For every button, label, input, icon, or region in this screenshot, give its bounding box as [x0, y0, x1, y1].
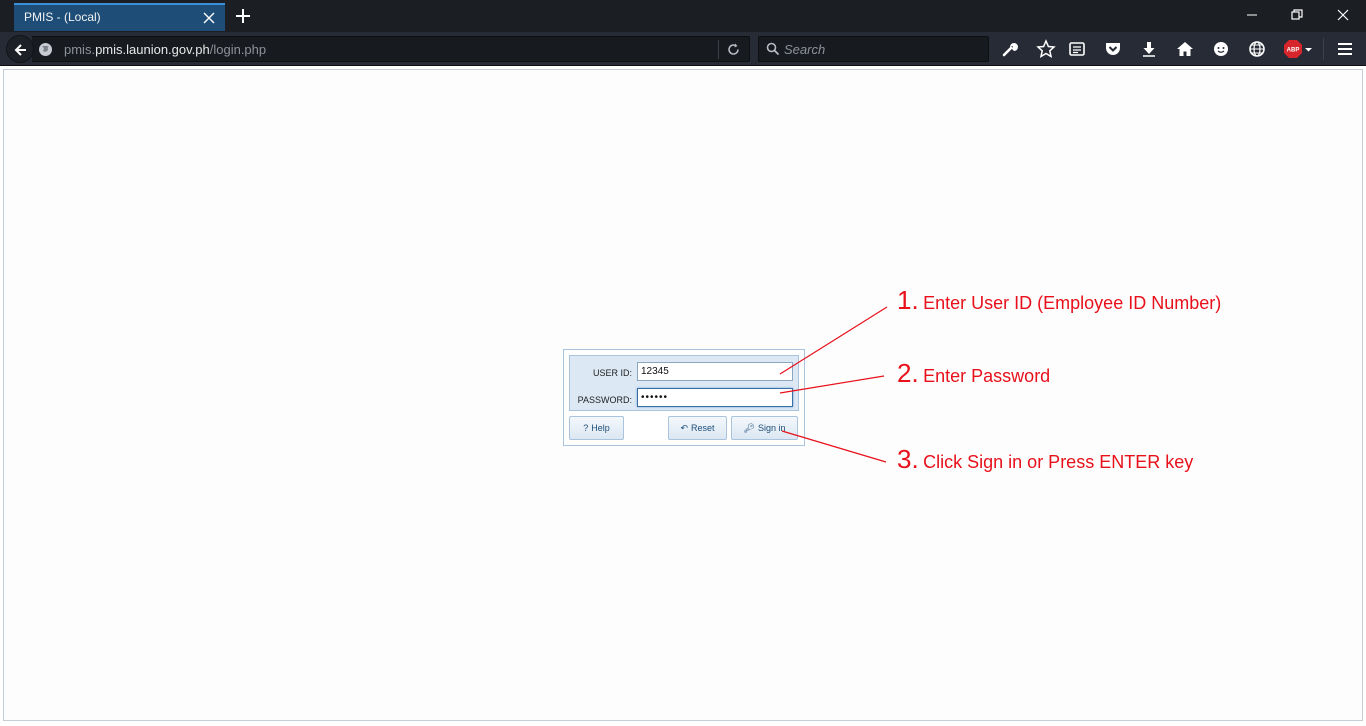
annotation-number-3: 3.: [897, 444, 919, 474]
help-label: Help: [591, 423, 610, 433]
password-label: PASSWORD:: [577, 395, 632, 405]
url-divider: [718, 40, 719, 59]
annotation-step-1: 1. Enter User ID (Employee ID Number): [897, 285, 1221, 316]
url-host: pmis.launion.gov.ph: [95, 42, 210, 57]
url-text[interactable]: pmis.pmis.launion.gov.ph/login.php: [64, 42, 266, 57]
browser-tab[interactable]: PMIS - (Local): [14, 3, 225, 31]
navigation-bar: pmis.pmis.launion.gov.ph/login.php ABP: [0, 32, 1366, 66]
password-input[interactable]: [637, 388, 793, 407]
restore-icon[interactable]: [1274, 0, 1320, 30]
chat-icon[interactable]: [1211, 39, 1231, 59]
back-button[interactable]: [6, 35, 34, 63]
reset-button[interactable]: ↶ Reset: [668, 416, 727, 440]
page-content: USER ID: PASSWORD: ?Help ↶Reset 🔑︎Sign i…: [3, 69, 1363, 721]
userid-label: USER ID:: [592, 368, 632, 378]
site-identity-icon[interactable]: [38, 42, 53, 57]
help-button[interactable]: ? Help: [569, 416, 624, 440]
annotation-number-2: 2.: [897, 358, 919, 388]
home-icon[interactable]: [1175, 39, 1195, 59]
question-icon: ?: [583, 423, 589, 433]
adblock-icon[interactable]: ABP: [1283, 39, 1315, 59]
globe-icon[interactable]: [1247, 39, 1267, 59]
signin-button[interactable]: 🔑︎ Sign in: [731, 416, 798, 440]
signin-label: Sign in: [757, 422, 786, 433]
wrench-icon[interactable]: [1000, 39, 1020, 59]
reader-icon[interactable]: [1067, 39, 1087, 59]
reload-icon[interactable]: [726, 42, 741, 57]
userid-input[interactable]: [637, 362, 793, 381]
url-path: /login.php: [209, 42, 267, 57]
download-icon[interactable]: [1139, 39, 1159, 59]
login-fields-panel: USER ID: PASSWORD:: [569, 355, 799, 411]
annotation-step-2: 2. Enter Password: [897, 358, 1050, 389]
annotation-number-1: 1.: [897, 285, 919, 315]
close-window-icon[interactable]: [1320, 0, 1366, 30]
url-bar[interactable]: pmis.pmis.launion.gov.ph/login.php: [32, 36, 750, 62]
minimize-icon[interactable]: [1229, 0, 1275, 30]
url-prefix: pmis.: [64, 42, 96, 57]
key-icon: 🔑︎: [743, 422, 755, 433]
annotation-step-3: 3. Click Sign in or Press ENTER key: [897, 444, 1193, 475]
menu-icon[interactable]: [1335, 39, 1355, 59]
new-tab-icon[interactable]: [233, 6, 253, 26]
pocket-icon[interactable]: [1103, 39, 1123, 59]
search-bar[interactable]: [758, 36, 989, 62]
tab-title: PMIS - (Local): [24, 10, 101, 24]
annotation-text-2: Enter Password: [923, 366, 1051, 386]
reset-label: Reset: [691, 422, 715, 433]
adblock-label: ABP: [1287, 48, 1300, 54]
star-icon[interactable]: [1036, 39, 1056, 59]
undo-icon: ↶: [680, 422, 689, 433]
annotation-text-1: Enter User ID (Employee ID Number): [923, 293, 1222, 313]
tab-strip: PMIS - (Local): [0, 0, 1366, 32]
toolbar-divider: [1323, 38, 1324, 60]
close-tab-icon[interactable]: [202, 11, 216, 25]
search-input[interactable]: [784, 40, 979, 58]
back-arrow-icon: [14, 44, 26, 56]
search-icon: [766, 42, 780, 56]
login-form: USER ID: PASSWORD: ?Help ↶Reset 🔑︎Sign i…: [563, 349, 805, 446]
annotation-text-3: Click Sign in or Press ENTER key: [923, 452, 1194, 472]
